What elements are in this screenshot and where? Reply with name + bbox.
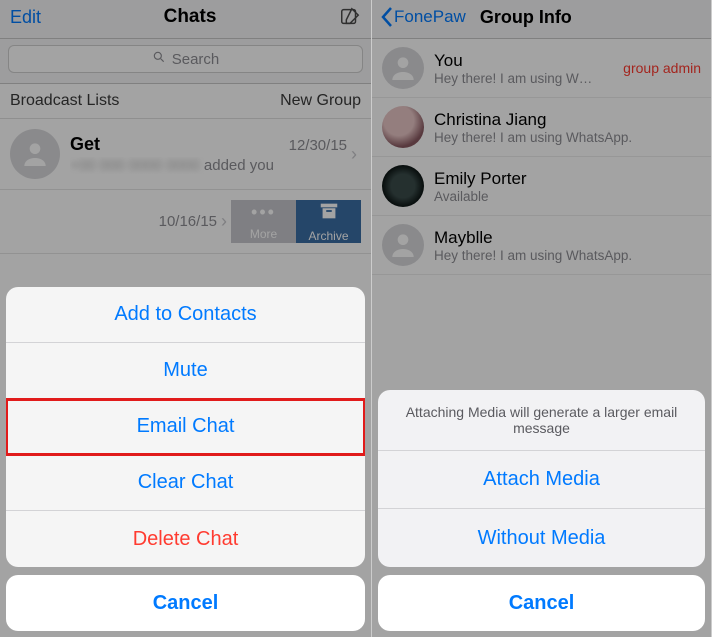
sheet-email-chat[interactable]: Email Chat <box>6 399 365 455</box>
sheet-cancel[interactable]: Cancel <box>378 575 705 631</box>
media-action-sheet: Attaching Media will generate a larger e… <box>378 390 705 631</box>
chats-screen: Edit Chats Search Broadcast Lists New Gr… <box>0 0 372 637</box>
attach-media-button[interactable]: Attach Media <box>378 451 705 509</box>
sheet-clear-chat[interactable]: Clear Chat <box>6 455 365 511</box>
sheet-add-to-contacts[interactable]: Add to Contacts <box>6 287 365 343</box>
sheet-delete-chat[interactable]: Delete Chat <box>6 511 365 567</box>
action-sheet: Add to Contacts Mute Email Chat Clear Ch… <box>6 287 365 631</box>
sheet-message: Attaching Media will generate a larger e… <box>378 390 705 451</box>
sheet-mute[interactable]: Mute <box>6 343 365 399</box>
group-info-screen: FonePaw Group Info You Hey there! I am u… <box>372 0 712 637</box>
without-media-button[interactable]: Without Media <box>378 509 705 567</box>
sheet-cancel[interactable]: Cancel <box>6 575 365 631</box>
